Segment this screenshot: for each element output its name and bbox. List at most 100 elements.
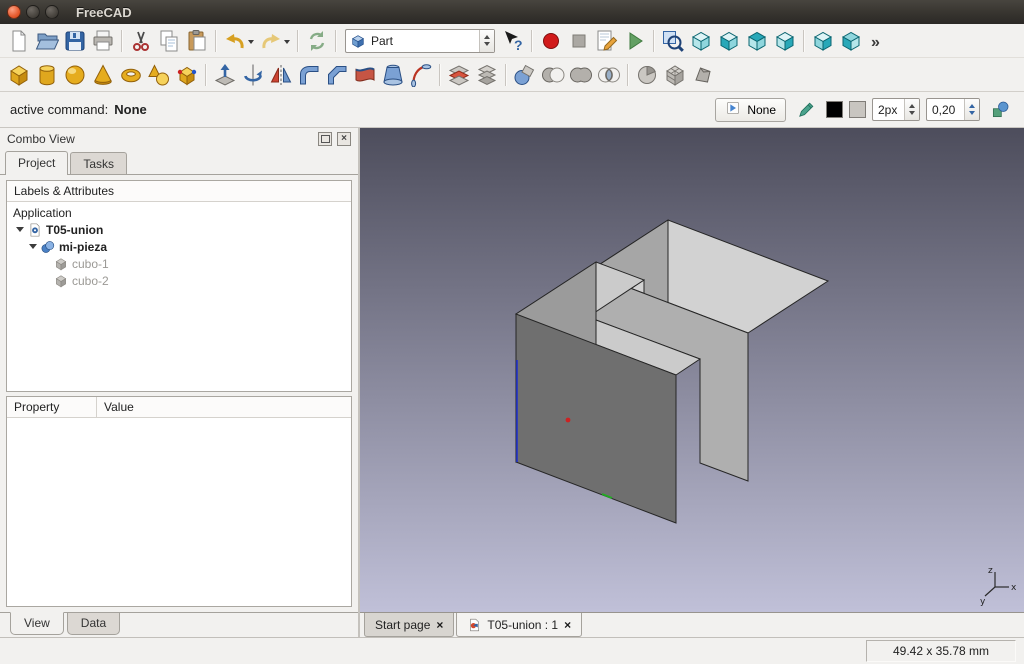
tree-node-cubo-1[interactable]: cubo-1 [7,255,351,272]
extrude-button[interactable] [211,61,239,89]
appearance-button[interactable] [986,96,1014,124]
line-width-spinbox[interactable]: 2px [872,98,920,121]
sweep-button[interactable] [407,61,435,89]
window-minimize-button[interactable] [26,5,40,19]
edit-style-button[interactable] [792,96,820,124]
print-button[interactable] [89,27,117,55]
view-axonometric-button[interactable] [687,27,715,55]
shape-builder-button[interactable] [173,61,201,89]
spin-up-icon[interactable] [969,104,975,108]
primitives-button[interactable] [145,61,173,89]
close-tab-icon[interactable] [564,618,571,632]
defeature-button[interactable] [689,61,717,89]
view-bottom-button[interactable] [837,27,865,55]
ruled-surface-icon [353,63,377,87]
tab-project[interactable]: Project [5,151,68,175]
property-table-body[interactable] [7,418,351,606]
close-tab-icon[interactable] [436,618,443,632]
torus-button[interactable] [117,61,145,89]
view-front-button[interactable] [715,27,743,55]
workbench-selector[interactable]: Part [345,29,495,53]
toolbar-overflow-button[interactable]: » [865,27,893,55]
point-size-spin-arrows[interactable] [964,99,979,120]
expander-icon[interactable] [15,227,24,232]
panel-float-button[interactable] [318,132,332,146]
defeature-icon [691,63,715,87]
document-tab-t05-union-1[interactable]: T05-union : 1 [456,613,582,637]
shape-sphere-button[interactable] [633,61,661,89]
mirror-button[interactable] [267,61,295,89]
bool-union-button[interactable] [567,61,595,89]
tree-root-application[interactable]: Application [7,204,351,221]
ruled-surface-button[interactable] [351,61,379,89]
section-button[interactable] [445,61,473,89]
bool-common-button[interactable] [595,61,623,89]
window-close-button[interactable] [7,5,21,19]
selection-filter-button[interactable]: None [715,98,786,122]
bottom-tab-view[interactable]: View [10,612,64,635]
loft-button[interactable] [379,61,407,89]
svg-text:»: » [871,34,880,51]
tab-tasks[interactable]: Tasks [70,152,127,174]
tree-node-T05-union[interactable]: T05-union [7,221,351,238]
redo-button[interactable] [257,27,285,55]
spin-up-icon[interactable] [484,35,490,39]
macro-stop-button[interactable] [565,27,593,55]
undo-dropdown-arrow-icon[interactable] [248,40,254,44]
chamfer-button[interactable] [323,61,351,89]
view-right-button[interactable] [771,27,799,55]
line-color-swatch[interactable] [826,101,843,118]
tree-node-mi-pieza[interactable]: mi-pieza [7,238,351,255]
model-tree: ApplicationT05-unionmi-piezacubo-1cubo-2 [7,202,351,391]
macro-edit-button[interactable] [593,27,621,55]
none-flag-icon-slot [725,100,741,119]
window-maximize-button[interactable] [45,5,59,19]
tree-node-cubo-2[interactable]: cubo-2 [7,272,351,289]
macro-edit-icon [595,29,619,53]
undo-button[interactable] [221,27,249,55]
revolve-icon [241,63,265,87]
fillet-button[interactable] [295,61,323,89]
panel-close-button[interactable] [337,132,351,146]
expander-icon[interactable] [28,244,37,249]
edit-style-icon [797,100,816,119]
refresh-button[interactable] [303,27,331,55]
view-rear-button[interactable] [809,27,837,55]
whats-this-button[interactable]: ? [499,27,527,55]
point-size-spinbox[interactable]: 0,20 [926,98,980,121]
open-folder-button[interactable] [33,27,61,55]
spin-up-icon[interactable] [909,104,915,108]
bool-cut-button[interactable] [539,61,567,89]
cut-button[interactable] [127,27,155,55]
spin-down-icon[interactable] [909,111,915,115]
macro-play-button[interactable] [621,27,649,55]
revolve-button[interactable] [239,61,267,89]
bool-common-icon [597,63,621,87]
spin-down-icon[interactable] [969,111,975,115]
boolean-button[interactable] [511,61,539,89]
paste-button[interactable] [183,27,211,55]
box-button[interactable] [5,61,33,89]
cylinder-button[interactable] [33,61,61,89]
titlebar[interactable]: FreeCAD [0,0,1024,24]
3d-viewport[interactable]: zxy [360,128,1024,612]
spin-down-icon[interactable] [484,42,490,46]
document-tab-start-page[interactable]: Start page [364,613,454,637]
save-button[interactable] [61,27,89,55]
sphere-button[interactable] [61,61,89,89]
mesh-cube-button[interactable] [661,61,689,89]
3d-scene[interactable] [360,128,1022,612]
macro-record-button[interactable] [537,27,565,55]
cone-button[interactable] [89,61,117,89]
solid-mi-pieza[interactable] [516,220,828,523]
view-fit-all-button[interactable] [659,27,687,55]
redo-dropdown-arrow-icon[interactable] [284,40,290,44]
copy-button[interactable] [155,27,183,55]
face-color-swatch[interactable] [849,101,866,118]
workbench-selector-arrows[interactable] [479,30,494,52]
line-width-spin-arrows[interactable] [904,99,919,120]
view-top-button[interactable] [743,27,771,55]
cross-sections-button[interactable] [473,61,501,89]
new-document-button[interactable] [5,27,33,55]
bottom-tab-data[interactable]: Data [67,613,120,635]
